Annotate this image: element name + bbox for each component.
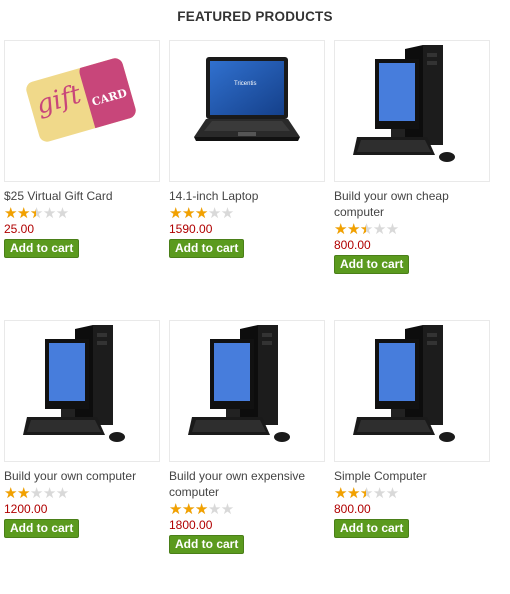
laptop-image: Tricentis bbox=[194, 57, 300, 141]
product-title[interactable]: Build your own computer bbox=[4, 468, 160, 484]
product-title[interactable]: Build your own cheap computer bbox=[334, 188, 490, 220]
product-item: gift CARD $25 Virtual Gift Card ★★★★★ ★★… bbox=[4, 40, 160, 258]
rating-stars-filled-icon: ★★★★★ bbox=[334, 487, 366, 501]
svg-text:Tricentis: Tricentis bbox=[234, 81, 256, 87]
product-rating: ★★★★★ ★★★★★ bbox=[334, 223, 414, 237]
desktop-computer-image bbox=[353, 325, 455, 442]
rating-stars-filled-icon: ★★★★★ bbox=[334, 223, 366, 237]
desktop-computer-image bbox=[188, 325, 290, 442]
rating-stars-filled-icon: ★★★★★ bbox=[169, 207, 208, 221]
product-price: 1800.00 bbox=[169, 518, 213, 532]
add-to-cart-button[interactable]: Add to cart bbox=[4, 519, 80, 538]
product-rating: ★★★★★ ★★★★★ bbox=[334, 487, 414, 501]
add-to-cart-button[interactable]: Add to cart bbox=[334, 255, 410, 274]
product-price: 1200.00 bbox=[4, 502, 48, 516]
product-price: 800.00 bbox=[334, 238, 371, 252]
product-image[interactable] bbox=[334, 320, 490, 462]
product-item: Simple Computer ★★★★★ ★★★★★ 800.00 Add t… bbox=[334, 320, 490, 538]
add-to-cart-button[interactable]: Add to cart bbox=[169, 535, 245, 554]
product-image[interactable] bbox=[169, 320, 325, 462]
product-price: 25.00 bbox=[4, 222, 35, 236]
product-rating: ★★★★★ ★★★★★ bbox=[169, 503, 249, 517]
product-rating: ★★★★★ ★★★★★ bbox=[4, 487, 84, 501]
product-image[interactable]: gift CARD bbox=[4, 40, 160, 182]
product-image[interactable]: Tricentis bbox=[169, 40, 325, 182]
section-title: FEATURED PRODUCTS bbox=[177, 9, 333, 24]
product-image[interactable] bbox=[4, 320, 160, 462]
rating-stars-filled-icon: ★★★★★ bbox=[4, 487, 30, 501]
product-title[interactable]: $25 Virtual Gift Card bbox=[4, 188, 160, 204]
rating-stars-filled-icon: ★★★★★ bbox=[169, 503, 208, 517]
desktop-computer-image bbox=[23, 325, 125, 442]
product-item: Build your own cheap computer ★★★★★ ★★★★… bbox=[334, 40, 490, 274]
product-item: Build your own computer ★★★★★ ★★★★★ 1200… bbox=[4, 320, 160, 538]
add-to-cart-button[interactable]: Add to cart bbox=[4, 239, 80, 258]
desktop-computer-image bbox=[353, 45, 455, 162]
product-price: 1590.00 bbox=[169, 222, 213, 236]
gift-card-image: gift CARD bbox=[24, 56, 138, 144]
product-item: Build your own expensive computer ★★★★★ … bbox=[169, 320, 325, 554]
product-title[interactable]: Simple Computer bbox=[334, 468, 490, 484]
add-to-cart-button[interactable]: Add to cart bbox=[334, 519, 410, 538]
product-item: Tricentis 14.1-inch Laptop ★★★★★ ★★★★★ 1… bbox=[169, 40, 325, 258]
product-price: 800.00 bbox=[334, 502, 371, 516]
product-title[interactable]: 14.1-inch Laptop bbox=[169, 188, 325, 204]
add-to-cart-button[interactable]: Add to cart bbox=[169, 239, 245, 258]
rating-stars-filled-icon: ★★★★★ bbox=[4, 207, 36, 221]
product-image[interactable] bbox=[334, 40, 490, 182]
product-rating: ★★★★★ ★★★★★ bbox=[4, 207, 84, 221]
product-rating: ★★★★★ ★★★★★ bbox=[169, 207, 249, 221]
product-title[interactable]: Build your own expensive computer bbox=[169, 468, 325, 500]
